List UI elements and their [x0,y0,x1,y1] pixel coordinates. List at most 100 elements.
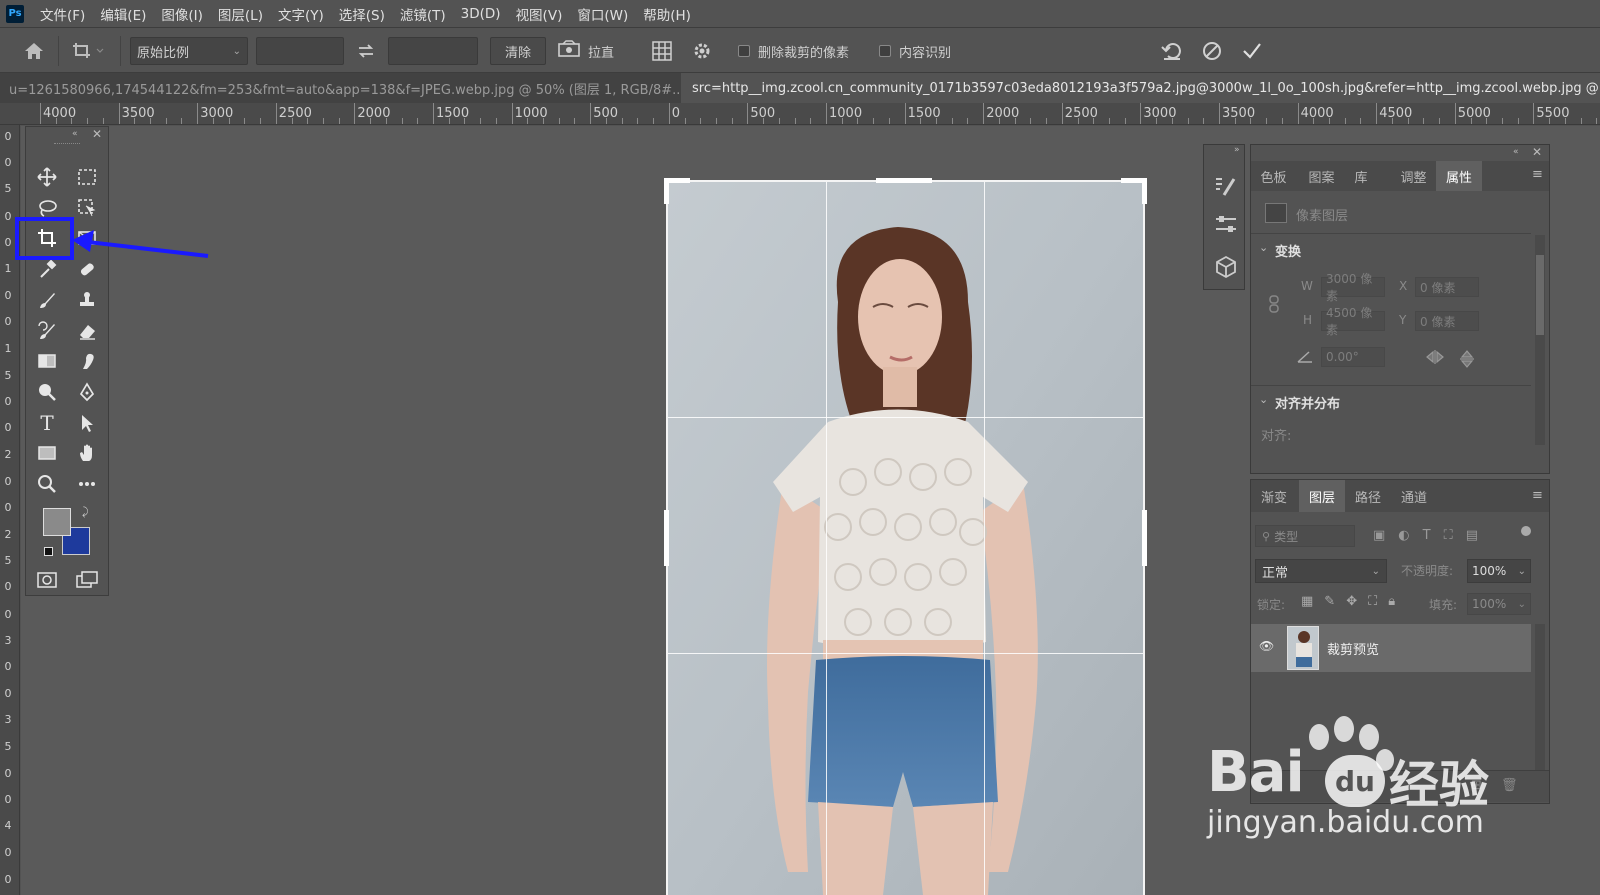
menu-type[interactable]: 文字(Y) [278,4,324,24]
brush-icon[interactable] [32,287,62,313]
close-icon[interactable]: ✕ [92,127,102,141]
grid-overlay-icon[interactable] [648,37,676,65]
menu-image[interactable]: 图像(I) [161,4,203,24]
opacity-field[interactable]: 100% ⌄ [1467,559,1531,583]
chevron-down-icon[interactable]: ⌄ [1518,599,1526,610]
ratio-select[interactable]: 原始比例 ⌄ [130,37,248,65]
foreground-color-swatch[interactable] [43,508,71,536]
move-icon[interactable] [32,164,62,190]
layer-filter-select[interactable]: ⚲ 类型 [1255,525,1355,547]
more-icon[interactable] [72,471,102,497]
adjustments-sliders-icon[interactable] [1214,213,1238,239]
tab-layers[interactable]: 图层 [1299,480,1345,512]
chevron-down-icon[interactable]: ⌄ [1259,241,1268,254]
menu-view[interactable]: 视图(V) [516,4,563,24]
crop-handle-top[interactable] [876,178,932,183]
menu-3d[interactable]: 3D(D) [461,6,501,22]
layers-scrollbar[interactable] [1535,624,1545,794]
swap-icon[interactable] [352,37,380,65]
home-icon[interactable] [20,37,48,65]
lock-transparent-icon[interactable]: ▦ [1301,594,1313,609]
smudge-icon[interactable] [72,348,102,374]
tab-patterns[interactable]: 图案 [1299,161,1344,191]
menu-file[interactable]: 文件(F) [40,4,85,24]
tab-paths[interactable]: 路径 [1345,480,1391,512]
adjustment-filter-icon[interactable]: ◐ [1398,528,1409,543]
eraser-icon[interactable] [72,318,102,344]
tab-adjustments[interactable]: 调整 [1391,161,1436,191]
drag-grip[interactable] [54,143,80,145]
lock-image-icon[interactable]: ✎ [1324,594,1335,609]
tab-libraries[interactable]: 库 [1341,161,1381,191]
close-icon[interactable]: ✕ [1532,145,1542,159]
image-filter-icon[interactable]: ▣ [1373,528,1385,543]
width-input[interactable] [256,37,344,65]
photoshop-logo[interactable]: Ps [6,4,24,23]
lock-position-icon[interactable]: ✥ [1346,594,1357,609]
content-aware-checkbox[interactable]: 内容识别 [879,37,969,65]
tab-gradients[interactable]: 渐变 [1251,480,1297,512]
y-field[interactable]: 0 像素 [1415,311,1479,331]
expand-icon[interactable]: » [1234,145,1240,155]
hand-icon[interactable] [72,440,102,466]
chevron-down-icon[interactable]: ⌄ [1259,393,1268,406]
crop-tool-preset-icon[interactable] [66,37,110,65]
menu-help[interactable]: 帮助(H) [643,4,691,24]
tab-swatches[interactable]: 色板 [1251,161,1296,191]
gradient-icon[interactable] [32,348,62,374]
rectangle-icon[interactable] [32,440,62,466]
dodge-icon[interactable] [32,379,62,405]
zoom-icon[interactable] [32,471,62,497]
height-input[interactable] [388,37,478,65]
tab-document-2[interactable]: src=http__img.zcool.cn_community_0171b35… [681,73,1600,103]
delete-cropped-pixels-checkbox[interactable]: 删除裁剪的像素 [738,37,868,65]
crop-handle-left[interactable] [664,510,669,566]
width-field[interactable]: 3000 像素 [1321,272,1385,303]
lock-all-icon[interactable]: 🔒︎ [1388,594,1395,609]
eye-visibility-icon[interactable]: 👁︎ [1259,639,1274,653]
shape-filter-icon[interactable]: ⛶ [1444,528,1453,543]
menu-filter[interactable]: 滤镜(T) [400,4,446,24]
menu-edit[interactable]: 编辑(E) [100,4,146,24]
angle-field[interactable]: 0.00° [1321,347,1385,367]
3d-cube-icon[interactable] [1214,255,1238,283]
flip-horizontal-icon[interactable] [1425,349,1445,369]
type-icon[interactable]: T [32,410,62,436]
blend-mode-select[interactable]: 正常 ⌄ [1255,559,1387,583]
panel-menu-icon[interactable]: ≡ [1532,488,1543,503]
brush-settings-icon[interactable] [1214,175,1238,201]
fill-field[interactable]: 100% ⌄ [1467,593,1531,615]
tab-properties[interactable]: 属性 [1436,161,1482,191]
marquee-icon[interactable] [72,164,102,190]
commit-check-icon[interactable] [1238,37,1266,65]
swap-colors-icon[interactable]: ⤸ [82,505,89,519]
tab-channels[interactable]: 通道 [1391,480,1437,512]
x-field[interactable]: 0 像素 [1415,277,1479,297]
properties-scrollbar[interactable] [1535,235,1545,445]
filter-toggle-icon[interactable] [1521,526,1531,536]
chevron-down-icon[interactable]: ⌄ [1518,566,1526,577]
straighten-button[interactable]: 拉直 [558,37,628,65]
menu-window[interactable]: 窗口(W) [577,4,628,24]
stamp-icon[interactable] [72,287,102,313]
object-select-icon[interactable] [72,195,102,221]
menu-select[interactable]: 选择(S) [339,4,385,24]
layer-row[interactable]: 👁︎ 裁剪预览 [1251,624,1531,672]
layer-name[interactable]: 裁剪预览 [1327,639,1379,658]
lock-artboard-icon[interactable]: ⛶ [1368,594,1377,609]
menu-layer[interactable]: 图层(L) [218,4,263,24]
crop-handle-right[interactable] [1142,510,1147,566]
crop-box[interactable] [666,180,1145,895]
height-field[interactable]: 4500 像素 [1321,306,1385,337]
clear-button[interactable]: 清除 [490,37,546,65]
panel-menu-icon[interactable]: ≡ [1532,167,1543,182]
quick-mask-icon[interactable] [32,567,62,593]
crop-handle-top-right[interactable] [1142,178,1147,204]
cancel-icon[interactable] [1198,37,1226,65]
path-select-icon[interactable] [72,410,102,436]
screen-mode-icon[interactable] [72,567,102,593]
tab-document-1[interactable]: u=1261580966,174544122&fm=253&fmt=auto&a… [0,73,680,103]
reset-icon[interactable] [1158,37,1186,65]
pen-icon[interactable] [72,379,102,405]
crop-handle-top-left[interactable] [664,178,669,204]
